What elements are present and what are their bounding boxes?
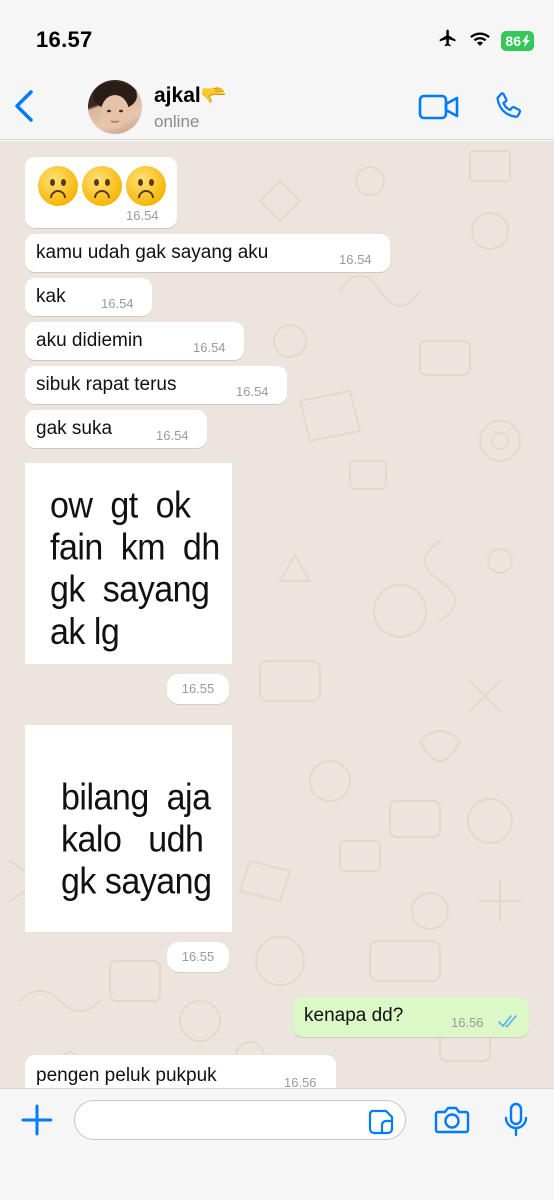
- message-text: kamu udah gak sayang aku: [36, 242, 269, 263]
- message-bubble[interactable]: kak 16.54: [25, 278, 152, 316]
- avatar[interactable]: [88, 80, 142, 134]
- message-text: kak: [36, 286, 66, 307]
- image-message[interactable]: bilang aja kalo udh gk sayang: [25, 725, 232, 932]
- outgoing-message-bubble[interactable]: kenapa dd? 16.56: [293, 997, 529, 1037]
- message-bubble[interactable]: sibuk rapat terus 16.54: [25, 366, 287, 404]
- message-time: 16.56: [451, 1015, 484, 1030]
- wifi-icon: [469, 29, 491, 52]
- message-text: aku didiemin: [36, 330, 143, 351]
- battery-indicator: 86: [501, 30, 534, 51]
- contact-name[interactable]: ajkal🫳: [154, 84, 227, 108]
- sticker-icon: [368, 1109, 394, 1135]
- voice-call-button[interactable]: [492, 90, 526, 124]
- charging-bolt-icon: [522, 34, 530, 47]
- microphone-button[interactable]: [503, 1102, 529, 1138]
- microphone-icon: [504, 1102, 528, 1137]
- message-text: gak suka: [36, 418, 113, 439]
- message-text: sibuk rapat terus: [36, 374, 177, 395]
- frowning-face-emoji: [38, 166, 78, 206]
- frowning-face-emoji: [82, 166, 122, 206]
- message-bubble[interactable]: pengen peluk pukpuk 16.56: [25, 1055, 336, 1088]
- image-caption-text: ow gt ok fain km dh gk sayang ak lg: [50, 485, 220, 653]
- message-time: 16.54: [193, 340, 226, 355]
- battery-level: 86: [505, 32, 521, 49]
- attach-button[interactable]: [20, 1103, 54, 1137]
- status-time: 16.57: [36, 27, 93, 52]
- message-time: 16.55: [167, 942, 229, 972]
- camera-button[interactable]: [434, 1104, 470, 1136]
- double-check-icon: [498, 1014, 518, 1033]
- phone-icon: [496, 92, 522, 118]
- message-time: 16.54: [101, 296, 134, 311]
- image-message[interactable]: ow gt ok fain km dh gk sayang ak lg: [25, 463, 232, 664]
- video-camera-icon: [418, 94, 459, 120]
- camera-icon: [434, 1106, 470, 1134]
- message-text: pengen peluk pukpuk: [36, 1065, 217, 1086]
- sticker-button[interactable]: [368, 1109, 394, 1135]
- input-bar: [0, 1088, 554, 1200]
- back-button[interactable]: [10, 86, 38, 126]
- frowning-face-emoji: [126, 166, 166, 206]
- message-bubble[interactable]: aku didiemin 16.54: [25, 322, 244, 360]
- plus-icon: [21, 1104, 53, 1136]
- message-input[interactable]: [74, 1100, 406, 1140]
- message-bubble[interactable]: ☹️☹️☹️ 16.54: [25, 157, 177, 228]
- message-time: 16.54: [156, 428, 189, 443]
- message-text: kenapa dd?: [304, 1005, 404, 1026]
- image-caption-text: bilang aja kalo udh gk sayang: [61, 777, 212, 903]
- message-bubble[interactable]: gak suka 16.54: [25, 410, 207, 448]
- message-time: 16.55: [167, 674, 229, 704]
- chat-header: ajkal🫳 online: [0, 72, 554, 140]
- chat-area[interactable]: ☹️☹️☹️ 16.54 kamu udah gak sayang aku 16…: [0, 141, 554, 1088]
- message-time: 16.54: [126, 208, 159, 223]
- message-time: 16.56: [284, 1075, 317, 1088]
- avatar-photo: [93, 82, 137, 129]
- video-call-button[interactable]: [418, 92, 460, 122]
- status-icons: 86: [437, 28, 534, 53]
- airplane-icon: [437, 28, 459, 53]
- contact-status: online: [154, 112, 200, 131]
- chevron-left-icon: [15, 90, 33, 122]
- status-bar: 16.57 86: [0, 0, 554, 72]
- message-time: 16.54: [339, 252, 372, 267]
- message-bubble[interactable]: kamu udah gak sayang aku 16.54: [25, 234, 390, 272]
- message-time: 16.54: [236, 384, 269, 399]
